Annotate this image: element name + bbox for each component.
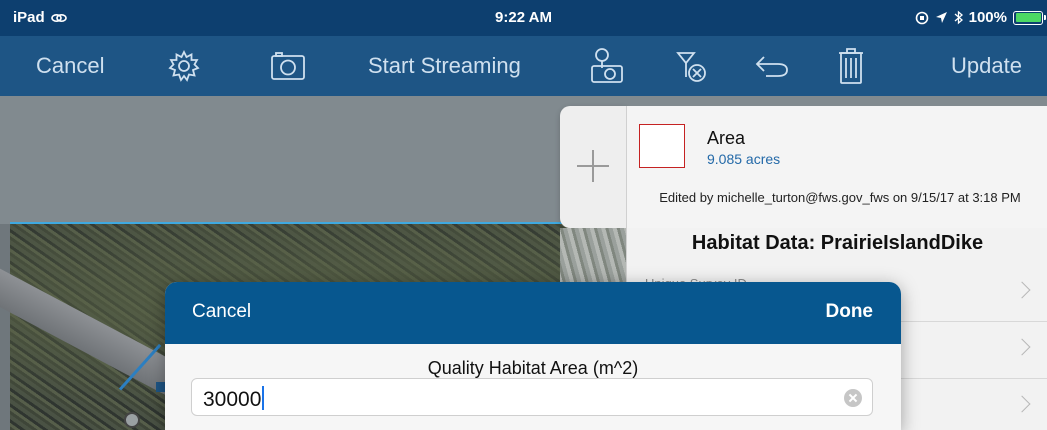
dialog-cancel-button[interactable]: Cancel: [192, 301, 251, 323]
location-camera-icon[interactable]: [586, 36, 630, 96]
feature-title: Area: [707, 128, 746, 148]
rotation-lock-icon: [915, 11, 928, 24]
map-selection-edge: [10, 222, 630, 224]
field-label: Quality Habitat Area (m^2): [427, 358, 639, 378]
toolbar: Cancel Start Streaming Update: [0, 36, 1047, 96]
chevron-right-icon: [1013, 338, 1031, 356]
feature-header: Area 9.085 acres Edited by michelle_turt…: [627, 106, 1047, 228]
layer-title: Habitat Data: PrairieIslandDike: [691, 232, 984, 254]
sketch-vertex[interactable]: [124, 412, 140, 428]
cancel-button[interactable]: Cancel: [36, 36, 104, 96]
trash-icon[interactable]: [834, 36, 868, 96]
dialog-header: Cancel Done: [165, 282, 901, 344]
camera-icon[interactable]: [268, 36, 308, 96]
chevron-right-icon: [1013, 395, 1031, 413]
status-time: 9:22 AM: [495, 9, 552, 26]
add-column: [560, 106, 626, 228]
feature-subtitle: 9.085 acres: [707, 151, 781, 167]
dialog-done-button[interactable]: Done: [826, 301, 874, 323]
edited-info: Edited by michelle_turton@fws.gov_fws on…: [659, 190, 1021, 205]
status-right: 100%: [915, 9, 1046, 26]
status-bar: iPad 9:22 AM 100%: [0, 0, 1047, 36]
update-button[interactable]: Update: [951, 36, 1022, 96]
bluetooth-icon: [954, 10, 963, 25]
undo-icon[interactable]: [752, 36, 792, 96]
value-input[interactable]: 30000: [191, 378, 873, 416]
location-arrow-icon: [935, 12, 947, 23]
battery-icon: [1013, 10, 1046, 25]
symbol-swatch: [639, 124, 685, 168]
value-input-text[interactable]: 30000: [203, 386, 265, 412]
add-icon[interactable]: [577, 150, 609, 182]
start-streaming-button[interactable]: Start Streaming: [368, 36, 521, 96]
text-caret: [262, 386, 265, 410]
map-edge-left: [0, 224, 10, 430]
battery-percent: 100%: [968, 9, 1007, 26]
clear-text-icon[interactable]: [844, 389, 862, 407]
gear-icon[interactable]: [164, 36, 204, 96]
value-text: 30000: [203, 388, 262, 411]
clear-sketch-icon[interactable]: [670, 36, 712, 96]
chevron-right-icon: [1013, 281, 1031, 299]
edit-value-dialog: Cancel Done Quality Habitat Area (m^2) 3…: [165, 282, 901, 430]
